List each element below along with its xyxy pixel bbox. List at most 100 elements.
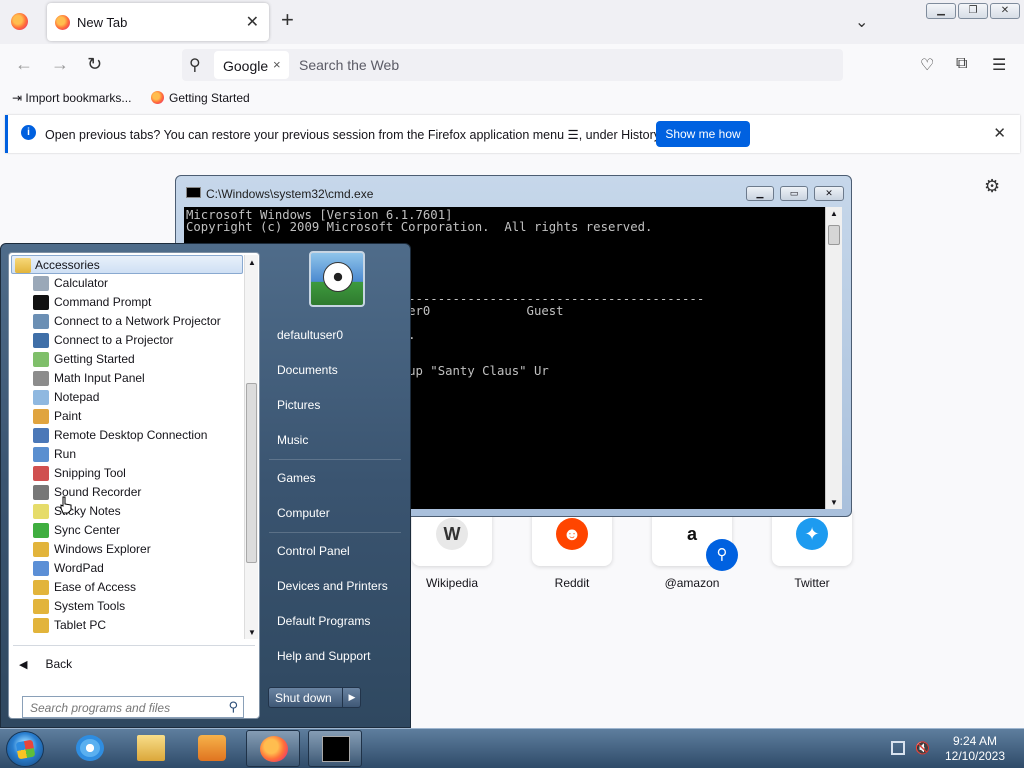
program-item[interactable]: WordPad [11, 559, 243, 578]
import-bookmarks-link[interactable]: ⇥ Import bookmarks... [12, 91, 131, 105]
cmd-scrollbar[interactable]: ▲ ▼ [825, 207, 842, 509]
start-link[interactable]: Documents [277, 363, 338, 377]
search-icon: ⚲ [189, 57, 201, 74]
cmd-minimize-button[interactable]: ▁ [746, 186, 774, 201]
program-item[interactable]: Windows Explorer [11, 540, 243, 559]
show-me-how-button[interactable]: Show me how [656, 121, 750, 147]
wikipedia-icon: W [436, 518, 468, 550]
new-tab-button[interactable]: + [281, 9, 294, 31]
shortcut-twitter[interactable]: ✦ Twitter [772, 506, 852, 590]
start-link[interactable]: Games [277, 471, 316, 485]
taskbar-windows-explorer[interactable] [124, 730, 178, 767]
program-item[interactable]: Getting Started [11, 350, 243, 369]
list-all-tabs-icon[interactable]: ⌄ [855, 12, 868, 32]
program-item[interactable]: Snipping Tool [11, 464, 243, 483]
shortcut-reddit[interactable]: ☻ Reddit [532, 506, 612, 590]
search-icon[interactable]: ⚲ [228, 699, 238, 715]
program-item[interactable]: Sticky Notes [11, 502, 243, 521]
cmd-close-button[interactable]: ✕ [814, 186, 844, 201]
network-icon[interactable] [891, 741, 905, 755]
extensions-icon[interactable]: ⧉ [956, 55, 967, 73]
url-bar[interactable]: ⚲ Google × Search the Web [182, 49, 843, 81]
avatar[interactable] [309, 251, 365, 307]
taskbar-command-prompt[interactable] [308, 730, 362, 767]
taskbar-firefox[interactable] [246, 730, 300, 767]
start-link[interactable]: Music [277, 433, 308, 447]
windows-logo-icon [15, 739, 36, 760]
program-list: Accessories Calculator Command Prompt Conn… [11, 255, 243, 639]
search-icon[interactable]: ⚲ [706, 539, 738, 571]
program-item[interactable]: Sync Center [11, 521, 243, 540]
program-item[interactable]: Paint [11, 407, 243, 426]
window-close-button[interactable]: ✕ [990, 3, 1020, 19]
program-item[interactable]: Math Input Panel [11, 369, 243, 388]
window-minimize-button[interactable]: ▁ [926, 3, 956, 19]
forward-button[interactable]: → [51, 54, 69, 75]
program-label: Windows Explorer [54, 542, 151, 556]
shut-down-button[interactable]: Shut down ▶ [268, 687, 361, 708]
back-button[interactable]: ← [15, 54, 33, 75]
search-engine-chip[interactable]: Google × [214, 51, 289, 79]
program-item[interactable]: System Tools [11, 597, 243, 616]
program-item[interactable]: Command Prompt [11, 293, 243, 312]
getting-started-bookmark[interactable]: Getting Started [151, 91, 250, 105]
url-input[interactable]: Search the Web [299, 57, 799, 73]
search-input[interactable]: Search programs and files [30, 701, 170, 715]
start-link[interactable]: Pictures [277, 398, 320, 412]
program-item[interactable]: Remote Desktop Connection [11, 426, 243, 445]
shut-down-options-icon[interactable]: ▶ [342, 688, 361, 707]
program-item[interactable]: Connect to a Network Projector [11, 312, 243, 331]
start-link[interactable]: Help and Support [277, 649, 370, 663]
program-icon [33, 295, 49, 310]
folder-accessories[interactable]: Accessories [11, 255, 243, 274]
restore-session-notification: i Open previous tabs? You can restore yo… [5, 115, 1020, 153]
program-list-scrollbar[interactable]: ▲ ▼ [244, 255, 258, 639]
gear-icon[interactable]: ⚙ [984, 176, 1000, 197]
firefox-view-icon[interactable] [11, 13, 28, 30]
start-link[interactable]: Devices and Printers [277, 579, 388, 593]
pocket-icon[interactable]: ♡ [920, 55, 934, 75]
program-item[interactable]: Ease of Access [11, 578, 243, 597]
clock-time: 9:24 AM [952, 734, 998, 748]
scroll-down-icon[interactable]: ▼ [248, 628, 256, 637]
volume-muted-icon[interactable]: 🔇 [915, 741, 930, 755]
internet-explorer-icon [76, 735, 104, 761]
folder-icon [137, 735, 165, 761]
scroll-thumb[interactable] [828, 225, 840, 245]
window-restore-button[interactable]: ❐ [958, 3, 988, 19]
program-item[interactable]: Calculator [11, 274, 243, 293]
program-item[interactable]: Tablet PC [11, 616, 243, 635]
start-button[interactable] [6, 731, 44, 767]
folder-icon [15, 258, 31, 273]
program-item[interactable]: Sound Recorder [11, 483, 243, 502]
taskbar-media-player[interactable] [185, 730, 239, 767]
reload-button[interactable]: ↻ [87, 54, 102, 75]
start-link[interactable]: Control Panel [277, 544, 350, 558]
scroll-up-icon[interactable]: ▲ [248, 258, 256, 267]
scroll-down-icon[interactable]: ▼ [830, 498, 838, 507]
tab-new-tab[interactable]: New Tab ✕ [47, 3, 269, 41]
program-label: Paint [54, 409, 82, 423]
app-menu-icon[interactable]: ☰ [992, 55, 1006, 75]
close-notification-icon[interactable]: ✕ [993, 124, 1006, 142]
clock[interactable]: 9:24 AM 12/10/2023 [940, 734, 1010, 764]
scroll-up-icon[interactable]: ▲ [830, 209, 838, 218]
shortcut-wikipedia[interactable]: W Wikipedia [412, 506, 492, 590]
user-folder-link[interactable]: defaultuser0 [277, 328, 343, 342]
firefox-icon [260, 736, 288, 762]
back-button[interactable]: ◀ Back [19, 657, 72, 671]
program-item[interactable]: Run [11, 445, 243, 464]
close-tab-icon[interactable]: ✕ [246, 12, 259, 32]
program-item[interactable]: Connect to a Projector [11, 331, 243, 350]
scroll-thumb[interactable] [246, 383, 257, 563]
start-link[interactable]: Default Programs [277, 614, 370, 628]
divider [13, 645, 255, 646]
program-item[interactable]: Notepad [11, 388, 243, 407]
cmd-maximize-button[interactable]: ▭ [780, 186, 808, 201]
search-box[interactable]: Search programs and files ⚲ [22, 696, 244, 718]
start-link[interactable]: Computer [277, 506, 330, 520]
program-label: Getting Started [54, 352, 135, 366]
remove-engine-icon[interactable]: × [273, 57, 281, 72]
taskbar-internet-explorer[interactable] [63, 730, 117, 767]
programs-pane: Accessories Calculator Command Prompt Conn… [8, 252, 260, 719]
